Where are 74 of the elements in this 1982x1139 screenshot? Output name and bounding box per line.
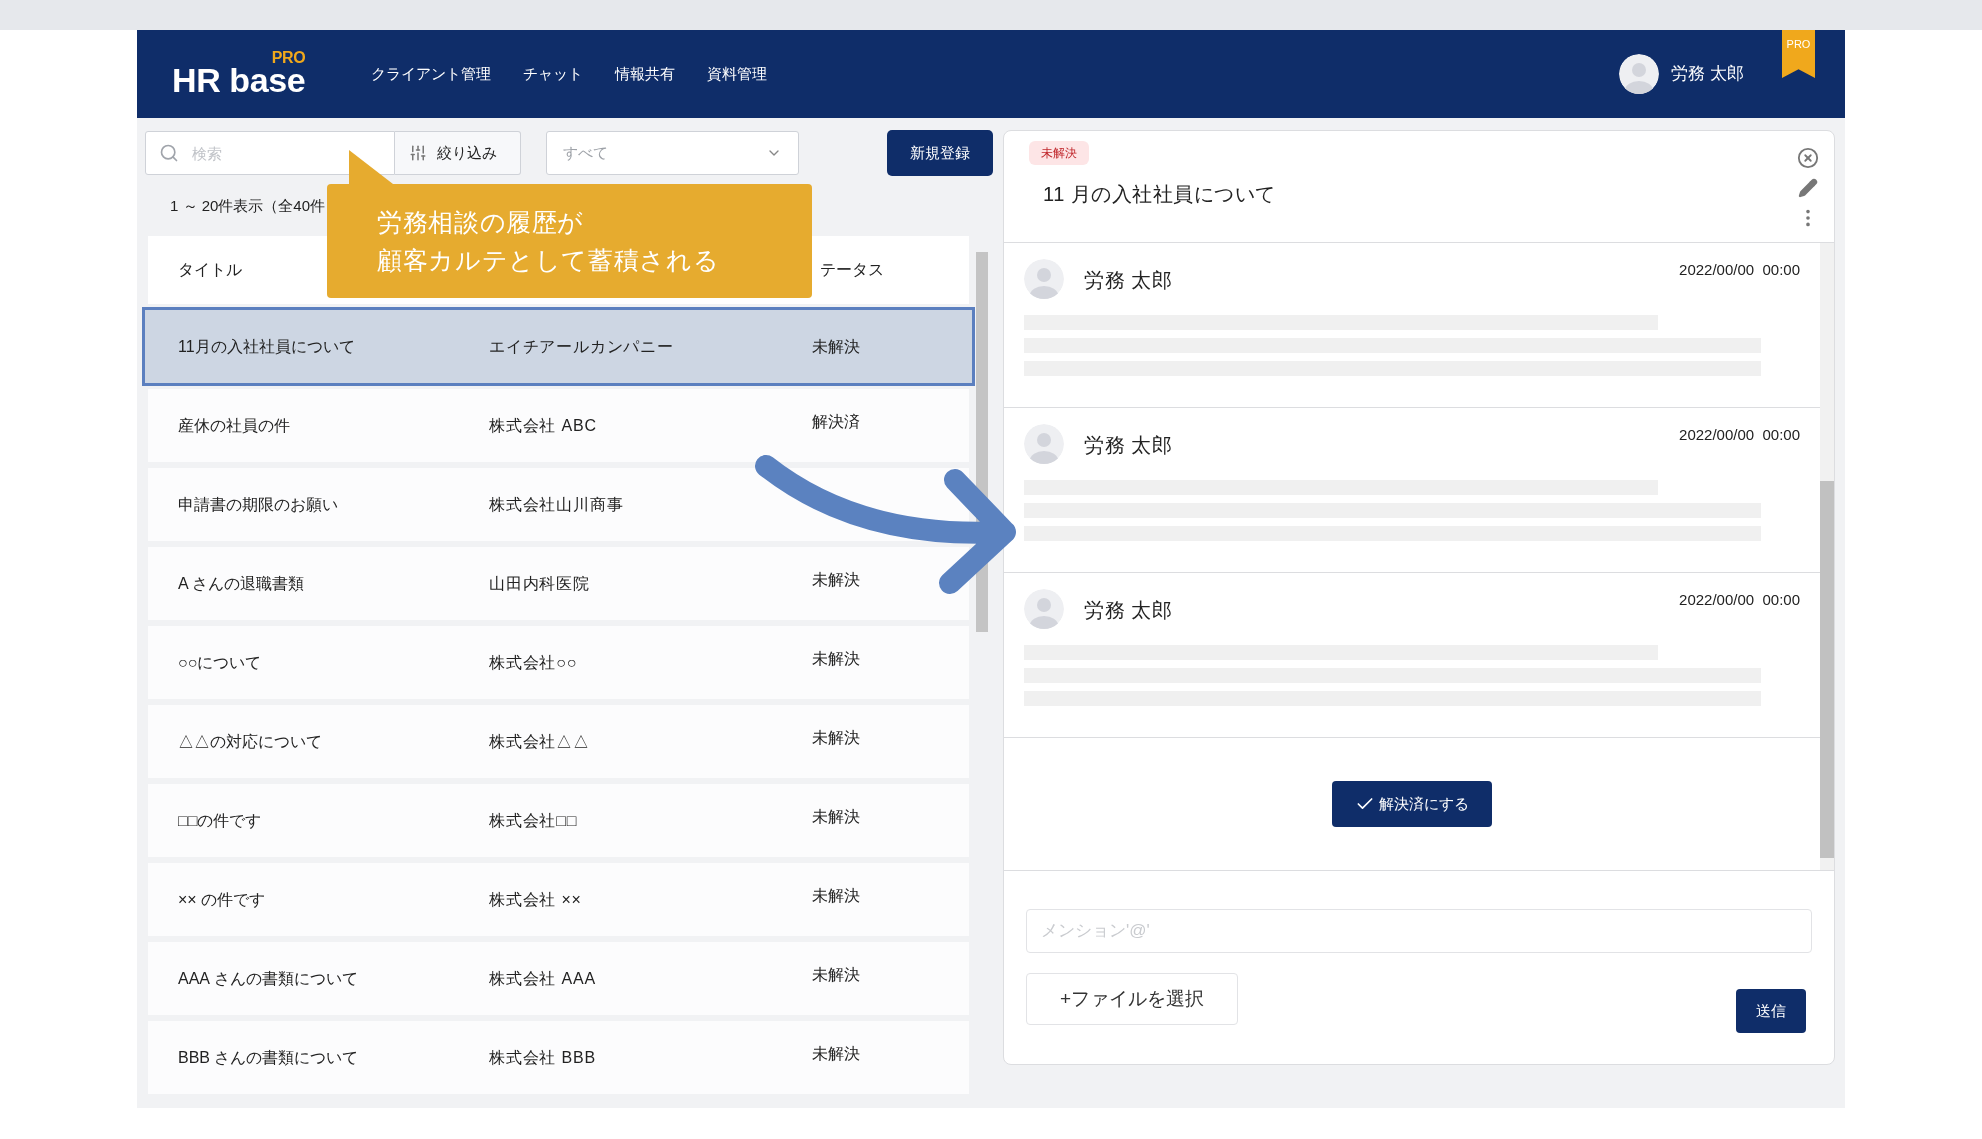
table-cell-text: 株式会社 AAA <box>489 968 597 989</box>
table-cell-text: 未解決 <box>812 727 860 748</box>
message-time: 2022/00/00 00:00 <box>1679 425 1800 445</box>
table-row[interactable]: BBB さんの書類について 株式会社 BBB 未解決 <box>148 1021 969 1094</box>
table-cell-text: 山田内科医院 <box>489 573 591 594</box>
message-author: 労務 太郎 <box>1084 268 1173 293</box>
table-cell-text: A さんの退職書類 <box>178 573 306 594</box>
nav-link[interactable]: クライアント管理 <box>371 62 492 86</box>
logo[interactable]: PRO HR base <box>172 50 306 98</box>
column-header: テータス <box>820 260 884 280</box>
table-cell-text: 未解決 <box>812 964 860 985</box>
table-cell-text: 株式会社 BBB <box>489 1047 597 1068</box>
user-name[interactable]: 労務 太郎 <box>1671 61 1744 87</box>
table-cell-text: 株式会社○○ <box>489 652 579 673</box>
detail-title: 11 月の入社社員について <box>1043 182 1277 207</box>
avatar-icon <box>1024 424 1064 464</box>
new-button[interactable]: 新規登録 <box>887 130 993 176</box>
search-field[interactable]: 検索 <box>145 131 395 175</box>
scrollbar[interactable] <box>1820 243 1834 870</box>
table-row[interactable]: 申請書の期限のお願い 株式会社山川商事 <box>148 468 969 541</box>
avatar-icon <box>1024 259 1064 299</box>
table-cell-text: エイチアールカンパニー <box>489 336 675 357</box>
table-row[interactable]: ×× の件です 株式会社 ×× 未解決 <box>148 863 969 936</box>
file-button[interactable]: +ファイルを選択 <box>1026 973 1238 1025</box>
pro-ribbon: PRO <box>1782 30 1815 78</box>
callout-text: 顧客カルテとして蓄積される <box>377 245 720 276</box>
message-time: 2022/00/00 00:00 <box>1679 260 1800 280</box>
table-cell-text: 株式会社 ABC <box>489 415 598 436</box>
table-row[interactable]: AAA さんの書類について 株式会社 AAA 未解決 <box>148 942 969 1015</box>
table-cell-text: 株式会社山川商事 <box>489 494 625 515</box>
table-cell-text: 株式会社 ×× <box>489 889 583 910</box>
table-cell-text: 未解決 <box>812 648 860 669</box>
result-count: 1 ～ 20件表示（全40件 <box>170 195 326 216</box>
nav-link[interactable]: 情報共有 <box>615 62 676 86</box>
table-cell-text: 未解決 <box>812 806 860 827</box>
table-cell-text: ○○について <box>178 652 263 673</box>
table-cell-text: 11月の入社社員について <box>178 336 356 357</box>
table-cell-text: 未解決 <box>812 336 860 357</box>
table-row[interactable]: A さんの退職書類 山田内科医院 未解決 <box>148 547 969 620</box>
pencil-icon[interactable] <box>1798 178 1818 198</box>
send-button[interactable]: 送信 <box>1736 989 1806 1033</box>
message-author: 労務 太郎 <box>1084 433 1173 458</box>
filter-icon <box>409 144 427 162</box>
table-cell-text: 産休の社員の件 <box>178 415 291 436</box>
table-row[interactable]: ○○について 株式会社○○ 未解決 <box>148 626 969 699</box>
table-row[interactable]: □□の件です 株式会社□□ 未解決 <box>148 784 969 857</box>
close-icon[interactable] <box>1797 147 1819 169</box>
nav-link[interactable]: 資料管理 <box>707 62 768 86</box>
table-row[interactable]: 産休の社員の件 株式会社 ABC 解決済 <box>148 389 969 462</box>
table-cell-text: 株式会社△△ <box>489 731 591 752</box>
status-badge: 未解決 <box>1029 141 1089 165</box>
table-row[interactable]: 11月の入社社員について エイチアールカンパニー 未解決 <box>145 310 972 383</box>
search-icon <box>159 143 179 163</box>
table-cell-text: AAA さんの書類について <box>178 968 359 989</box>
callout-text: 労務相談の履歴が <box>377 207 585 238</box>
table-cell-text: 解決済 <box>812 411 860 432</box>
table-row[interactable]: △△の対応について 株式会社△△ 未解決 <box>148 705 969 778</box>
message-time: 2022/00/00 00:00 <box>1679 590 1800 610</box>
user-avatar-icon <box>1619 54 1660 94</box>
table-cell-text: □□の件です <box>178 810 263 831</box>
nav-link[interactable]: チャット <box>523 62 584 86</box>
table-cell-text: 未解決 <box>812 569 860 590</box>
table-cell-text: △△の対応について <box>178 731 323 752</box>
table-cell-text: ×× の件です <box>178 889 267 910</box>
column-header: タイトル <box>178 260 242 280</box>
filter-button[interactable]: 絞り込み <box>395 131 521 175</box>
table-cell-text: 未解決 <box>812 885 860 906</box>
table-cell-text: 未解決 <box>812 1043 860 1064</box>
avatar-icon <box>1024 589 1064 629</box>
table-cell-text: 申請書の期限のお願い <box>178 494 339 515</box>
table-cell-text: 株式会社□□ <box>489 810 579 831</box>
table-cell-text: BBB さんの書類について <box>178 1047 360 1068</box>
resolve-button[interactable]: 解決済にする <box>1332 781 1492 827</box>
message-author: 労務 太郎 <box>1084 598 1173 623</box>
